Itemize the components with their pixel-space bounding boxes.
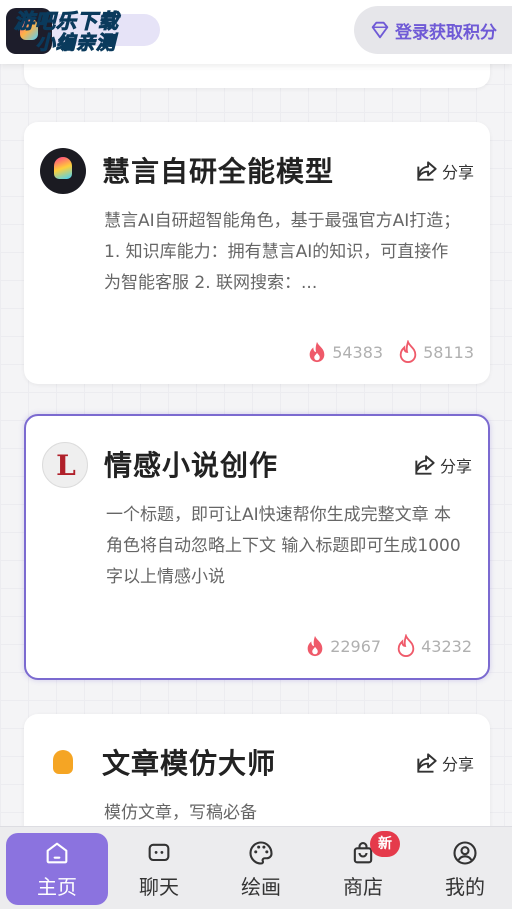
share-label: 分享 xyxy=(441,163,474,182)
home-icon xyxy=(46,842,68,863)
nav-profile[interactable]: 我的 xyxy=(414,833,512,905)
hot-count: 22967 xyxy=(330,636,382,656)
card-description: 模仿文章，写稿必备 xyxy=(104,803,257,823)
fire-filled-icon xyxy=(307,635,323,657)
nav-home[interactable]: 主页 xyxy=(6,833,108,905)
hot-stat: 22967 xyxy=(304,634,381,658)
nav-chat[interactable]: 聊天 xyxy=(108,833,210,905)
nav-draw-label: 绘画 xyxy=(241,874,281,899)
share-button[interactable]: 分享 xyxy=(414,750,474,776)
login-label: 登录获取积分 xyxy=(395,22,497,43)
card-title: 文章模仿大师 xyxy=(102,747,277,780)
diamond-icon xyxy=(371,21,389,39)
like-stat: 43232 xyxy=(395,634,472,658)
share-label: 分享 xyxy=(441,755,474,774)
palette-icon xyxy=(249,840,273,865)
share-icon xyxy=(417,161,437,181)
share-button[interactable]: 分享 xyxy=(414,158,474,184)
like-count: 43232 xyxy=(421,636,472,656)
fire-outline-icon xyxy=(399,340,417,363)
nav-shop-label: 商店 xyxy=(343,874,383,899)
like-count: 58113 xyxy=(423,342,474,362)
fire-filled-icon xyxy=(309,341,325,363)
hot-stat: 54383 xyxy=(306,340,383,364)
card-title: 慧言自研全能模型 xyxy=(102,155,335,188)
share-button[interactable]: 分享 xyxy=(412,452,472,478)
card-stats: 54383 58113 xyxy=(306,340,474,364)
fire-outline-icon xyxy=(397,634,415,657)
chat-icon xyxy=(148,843,170,861)
new-badge: 新 xyxy=(370,831,400,857)
bottom-nav: 主页 聊天 绘画 商店 新 我的 xyxy=(0,826,512,909)
orange-lightbulb-icon xyxy=(40,740,86,786)
share-label: 分享 xyxy=(439,457,472,476)
like-stat: 58113 xyxy=(397,340,474,364)
nav-chat-label: 聊天 xyxy=(139,874,179,899)
share-icon xyxy=(417,753,437,773)
watermark-line2: 小编亲测 xyxy=(36,32,117,55)
card-description: 慧言AI自研超智能角色，基于最强官方AI打造； 1. 知识库能力：拥有慧言AI的… xyxy=(104,211,461,293)
hot-count: 54383 xyxy=(332,342,384,362)
app-logo[interactable]: 游吧乐下载 小编亲测 xyxy=(6,6,160,56)
nav-home-label: 主页 xyxy=(37,874,77,899)
watermark-line1: 游吧乐下载 xyxy=(14,9,119,33)
role-card[interactable]: 慧言自研全能模型 分享 慧言AI自研超智能角色，基于最强官方AI打造； 1. 知… xyxy=(24,122,490,384)
nav-shop[interactable]: 商店 新 xyxy=(312,831,414,905)
rainbow-lightbulb-icon xyxy=(40,148,86,194)
card-title: 情感小说创作 xyxy=(104,449,279,482)
login-points-button[interactable]: 登录获取积分 xyxy=(354,6,512,54)
user-circle-icon xyxy=(453,840,477,865)
watermark: 游吧乐下载 小编亲测 xyxy=(14,9,164,55)
top-bar: 游吧乐下载 小编亲测 登录获取积分 xyxy=(0,0,512,64)
nav-profile-label: 我的 xyxy=(445,874,485,899)
nav-draw[interactable]: 绘画 xyxy=(210,833,312,905)
red-l-logo-icon xyxy=(42,442,89,488)
role-card-selected[interactable]: 情感小说创作 分享 一个标题，即可让AI快速帮你生成完整文章 本角色将自动忽略上… xyxy=(24,414,490,680)
card-stats: 22967 43232 xyxy=(304,634,472,658)
share-icon xyxy=(415,455,435,475)
card-description: 一个标题，即可让AI快速帮你生成完整文章 本角色将自动忽略上下文 输入标题即可生… xyxy=(106,505,461,587)
